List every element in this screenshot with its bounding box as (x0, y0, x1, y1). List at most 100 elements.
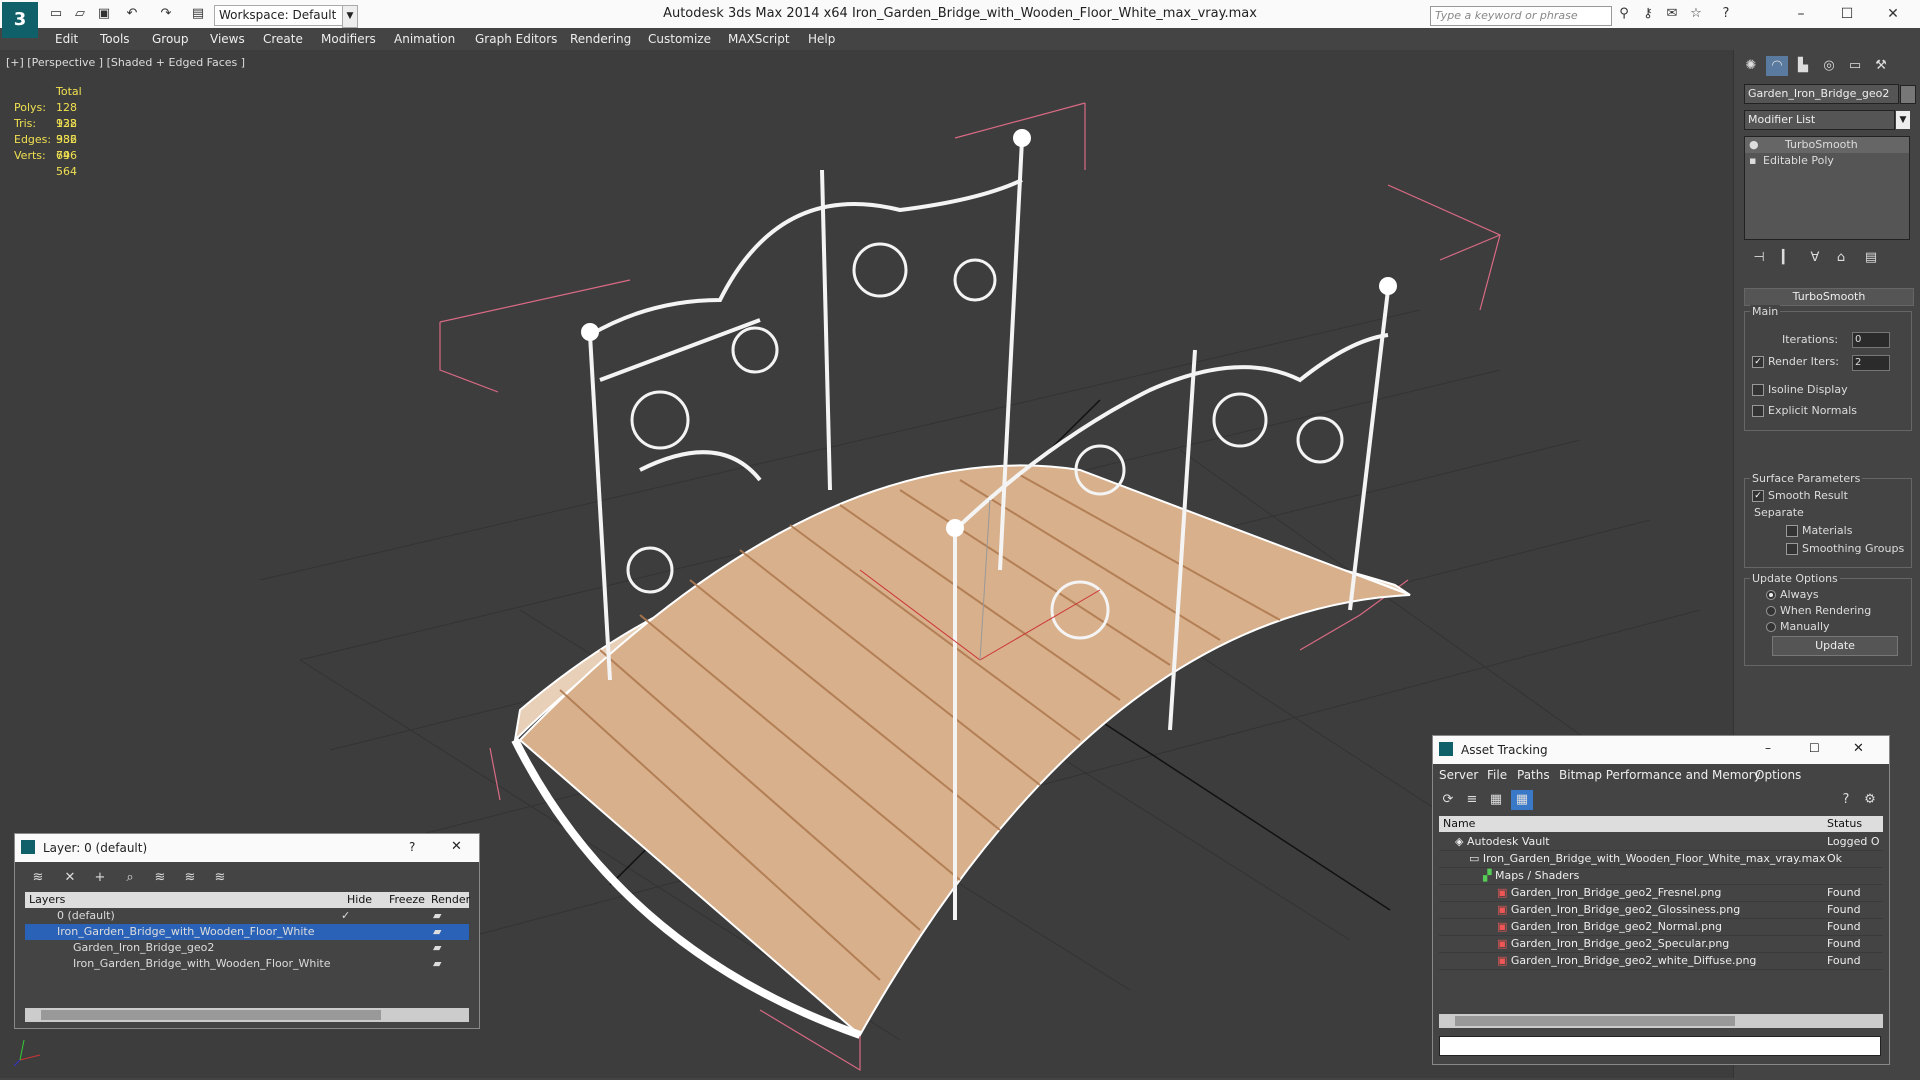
add-to-layer-icon[interactable]: + (89, 868, 111, 888)
close-button[interactable]: ✕ (451, 839, 462, 854)
menu-file[interactable]: File (1487, 768, 1507, 782)
layer-row-selected[interactable]: Iron_Garden_Bridge_with_Wooden_Floor_Whi… (25, 924, 469, 940)
explicit-normals-checkbox[interactable] (1752, 405, 1764, 417)
hide-all-icon[interactable]: ≋ (179, 868, 201, 888)
key-icon[interactable]: ⚷ (1640, 6, 1656, 22)
asset-row[interactable]: ▣ Garden_Iron_Bridge_geo2_Fresnel.png Fou… (1439, 884, 1883, 902)
asset-row[interactable]: ▣ Garden_Iron_Bridge_geo2_Specular.png Fo… (1439, 935, 1883, 953)
asset-row[interactable]: ▣ Garden_Iron_Bridge_geo2_white_Diffuse.… (1439, 952, 1883, 970)
plus-box-icon[interactable]: ▪ (1749, 153, 1756, 169)
project-folder-icon[interactable]: ▤ (190, 6, 206, 22)
open-file-icon[interactable]: ▱ (72, 6, 88, 22)
render-teapot-icon[interactable]: ▰ (433, 956, 441, 972)
layer-row[interactable]: 0 (default) ✓ ▰ (25, 908, 469, 924)
hierarchy-tab-icon[interactable]: ▙ (1792, 56, 1814, 76)
stack-item-turbosmooth[interactable]: ● TurboSmooth (1745, 137, 1909, 153)
menu-paths[interactable]: Paths (1517, 768, 1550, 782)
modifier-list-dropdown[interactable]: Modifier List (1744, 110, 1895, 130)
col-hide[interactable]: Hide (347, 892, 372, 908)
menu-options[interactable]: Options (1755, 768, 1801, 782)
chevron-down-icon[interactable]: ▼ (1896, 111, 1910, 129)
asset-row[interactable]: ▭ Iron_Garden_Bridge_with_Wooden_Floor_W… (1439, 850, 1883, 868)
application-menu-button[interactable]: 3 (2, 2, 38, 38)
scrollbar-thumb[interactable] (41, 1010, 381, 1020)
new-layer-icon[interactable]: ≋ (27, 868, 49, 888)
utilities-tab-icon[interactable]: ⚒ (1870, 56, 1892, 76)
object-color-swatch[interactable] (1900, 85, 1916, 104)
settings-icon[interactable]: ⚙ (1859, 790, 1881, 810)
undo-icon[interactable]: ↶ (124, 6, 140, 22)
asset-tracking-titlebar[interactable]: Asset Tracking – ☐ ✕ (1433, 736, 1889, 764)
lightbulb-icon[interactable]: ● (1749, 137, 1759, 153)
render-teapot-icon[interactable]: ▰ (433, 924, 441, 940)
menu-create[interactable]: Create (263, 32, 303, 46)
redo-icon[interactable]: ↷ (158, 6, 174, 22)
turbosmooth-rollout[interactable]: TurboSmooth (1744, 288, 1914, 306)
modifier-stack[interactable]: ● TurboSmooth ▪ Editable Poly (1744, 136, 1910, 240)
object-name-field[interactable]: Garden_Iron_Bridge_geo2 (1744, 84, 1899, 104)
stack-item-editable-poly[interactable]: ▪ Editable Poly (1745, 153, 1909, 169)
col-render[interactable]: Render (431, 892, 470, 908)
render-iters-checkbox[interactable]: ✓ (1752, 356, 1764, 368)
menu-help[interactable]: Help (808, 32, 835, 46)
communication-icon[interactable]: ✉ (1664, 6, 1680, 22)
menu-edit[interactable]: Edit (55, 32, 78, 46)
help-icon[interactable]: ? (1718, 6, 1734, 22)
make-unique-icon[interactable]: ∀ (1804, 248, 1826, 268)
help-button[interactable]: ? (409, 840, 415, 854)
menu-group[interactable]: Group (152, 32, 189, 46)
asset-row[interactable]: ◈ Autodesk Vault Logged O (1439, 833, 1883, 851)
maximize-button[interactable]: ☐ (1809, 741, 1820, 755)
pin-stack-icon[interactable]: ⊣ (1748, 248, 1770, 268)
scrollbar-thumb[interactable] (1455, 1016, 1735, 1026)
delete-layer-icon[interactable]: ✕ (59, 868, 81, 888)
table-view-icon[interactable]: ▦ (1511, 790, 1533, 810)
render-iters-spinner[interactable]: 2 (1852, 355, 1890, 371)
render-teapot-icon[interactable]: ▰ (433, 940, 441, 956)
viewport-label[interactable]: [+] [Perspective ] [Shaded + Edged Faces… (6, 56, 245, 69)
always-radio[interactable] (1766, 590, 1776, 600)
smoothing-groups-checkbox[interactable] (1786, 543, 1798, 555)
when-rendering-radio[interactable] (1766, 606, 1776, 616)
horizontal-scrollbar[interactable] (25, 1008, 469, 1022)
select-objects-icon[interactable]: ⌕ (119, 868, 141, 888)
layer-row[interactable]: Iron_Garden_Bridge_with_Wooden_Floor_Whi… (25, 956, 469, 972)
horizontal-scrollbar[interactable] (1439, 1014, 1883, 1028)
motion-tab-icon[interactable]: ◎ (1818, 56, 1840, 76)
menu-customize[interactable]: Customize (648, 32, 711, 46)
configure-sets-icon[interactable]: ▤ (1860, 248, 1882, 268)
menu-server[interactable]: Server (1439, 768, 1478, 782)
create-tab-icon[interactable]: ✺ (1740, 56, 1762, 76)
search-input[interactable]: Type a keyword or phrase (1430, 6, 1612, 26)
menu-animation[interactable]: Animation (394, 32, 455, 46)
menu-bitmap-performance[interactable]: Bitmap Performance and Memory (1559, 768, 1761, 782)
asset-row[interactable]: ▣ Garden_Iron_Bridge_geo2_Glossiness.png… (1439, 901, 1883, 919)
col-freeze[interactable]: Freeze (389, 892, 425, 908)
display-tab-icon[interactable]: ▭ (1844, 56, 1866, 76)
chevron-down-icon[interactable]: ▼ (342, 5, 358, 28)
new-file-icon[interactable]: ▭ (48, 6, 64, 22)
smooth-result-checkbox[interactable]: ✓ (1752, 490, 1764, 502)
remove-modifier-icon[interactable]: ⌂ (1830, 248, 1852, 268)
menu-maxscript[interactable]: MAXScript (728, 32, 790, 46)
menu-graph-editors[interactable]: Graph Editors (475, 32, 557, 46)
minimize-button[interactable]: – (1765, 741, 1771, 755)
menu-rendering[interactable]: Rendering (570, 32, 631, 46)
manually-radio[interactable] (1766, 622, 1776, 632)
binoculars-icon[interactable]: ⚲ (1616, 6, 1632, 22)
close-button[interactable]: ✕ (1878, 4, 1908, 24)
render-teapot-icon[interactable]: ▰ (433, 908, 441, 924)
save-icon[interactable]: ▣ (96, 6, 112, 22)
isoline-checkbox[interactable] (1752, 384, 1764, 396)
thumbnail-view-icon[interactable]: ▦ (1485, 790, 1507, 810)
list-view-icon[interactable]: ≡ (1461, 790, 1483, 810)
col-name[interactable]: Name (1443, 816, 1475, 832)
help-icon[interactable]: ? (1835, 790, 1857, 810)
menu-tools[interactable]: Tools (100, 32, 130, 46)
show-end-result-icon[interactable]: ▎ (1776, 248, 1798, 268)
asset-row[interactable]: ▞ Maps / Shaders (1439, 867, 1883, 885)
asset-row[interactable]: ▣ Garden_Iron_Bridge_geo2_Normal.png Foun… (1439, 918, 1883, 936)
star-icon[interactable]: ☆ (1688, 6, 1704, 22)
close-button[interactable]: ✕ (1853, 741, 1864, 756)
modify-tab-icon[interactable]: ◠ (1766, 56, 1788, 76)
